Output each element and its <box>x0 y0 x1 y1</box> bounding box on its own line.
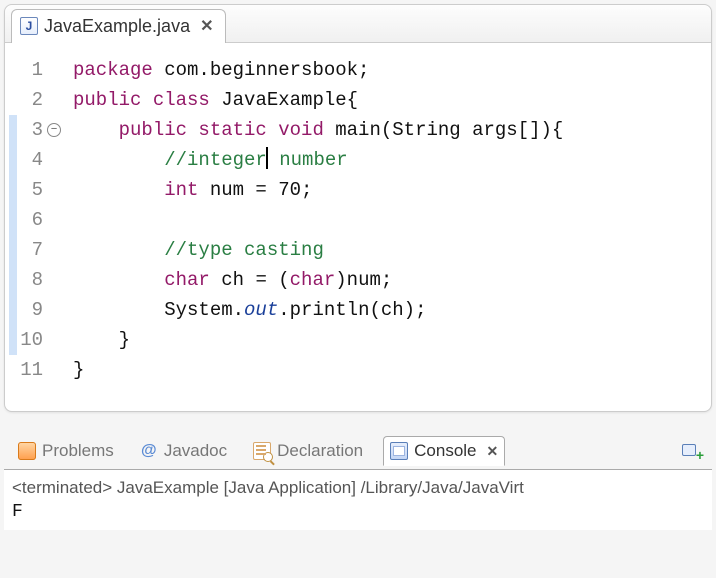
code-line[interactable]: System.out.println(ch); <box>73 295 711 325</box>
console-status: <terminated> JavaExample [Java Applicati… <box>12 478 704 498</box>
line-number: 7 <box>5 235 61 265</box>
close-icon[interactable]: ✕ <box>200 16 213 36</box>
fold-toggle-icon[interactable]: − <box>47 123 61 137</box>
tab-declaration[interactable]: Declaration <box>247 437 369 465</box>
editor-panel: J JavaExample.java ✕ 123−4567891011 pack… <box>4 4 712 412</box>
open-console-button[interactable]: + <box>680 440 704 462</box>
code-line[interactable]: char ch = (char)num; <box>73 265 711 295</box>
code-line[interactable]: //integer number <box>73 145 711 175</box>
line-number: 9 <box>5 295 61 325</box>
editor-tab[interactable]: J JavaExample.java ✕ <box>11 9 226 43</box>
javadoc-icon: @ <box>140 442 158 460</box>
line-number: 11 <box>5 355 61 385</box>
tab-console[interactable]: Console ✕ <box>383 436 505 466</box>
code-area[interactable]: 123−4567891011 package com.beginnersbook… <box>5 43 711 385</box>
line-number: 2 <box>5 85 61 115</box>
code-line[interactable] <box>73 205 711 235</box>
code-line[interactable]: public class JavaExample{ <box>73 85 711 115</box>
line-number: 6 <box>5 205 61 235</box>
tab-javadoc[interactable]: @ Javadoc <box>134 437 233 465</box>
code-line[interactable]: public static void main(String args[]){ <box>73 115 711 145</box>
line-number: 10 <box>5 325 61 355</box>
line-number-gutter: 123−4567891011 <box>5 55 67 385</box>
editor-tab-filename: JavaExample.java <box>44 16 190 37</box>
tab-label: Declaration <box>277 441 363 461</box>
line-number: 8 <box>5 265 61 295</box>
tab-label: Javadoc <box>164 441 227 461</box>
new-console-icon: + <box>682 442 702 460</box>
console-body: <terminated> JavaExample [Java Applicati… <box>4 470 712 530</box>
line-number: 5 <box>5 175 61 205</box>
close-icon[interactable]: ✕ <box>487 443 499 460</box>
declaration-icon <box>253 442 271 460</box>
tab-label: Problems <box>42 441 114 461</box>
code-line[interactable]: //type casting <box>73 235 711 265</box>
view-tab-bar: Problems @ Javadoc Declaration Console ✕… <box>4 432 712 470</box>
line-number: 3− <box>5 115 61 145</box>
code-line[interactable]: package com.beginnersbook; <box>73 55 711 85</box>
code-line[interactable]: } <box>73 355 711 385</box>
console-output: F <box>12 498 704 522</box>
tab-problems[interactable]: Problems <box>12 437 120 465</box>
tab-label: Console <box>414 441 476 461</box>
bottom-views: Problems @ Javadoc Declaration Console ✕… <box>4 432 712 530</box>
line-number: 1 <box>5 55 61 85</box>
code-line[interactable]: } <box>73 325 711 355</box>
editor-tab-bar: J JavaExample.java ✕ <box>5 5 711 43</box>
console-icon <box>390 442 408 460</box>
line-number: 4 <box>5 145 61 175</box>
code-line[interactable]: int num = 70; <box>73 175 711 205</box>
problems-icon <box>18 442 36 460</box>
code-text[interactable]: package com.beginnersbook;public class J… <box>67 55 711 385</box>
java-file-icon: J <box>20 17 38 35</box>
